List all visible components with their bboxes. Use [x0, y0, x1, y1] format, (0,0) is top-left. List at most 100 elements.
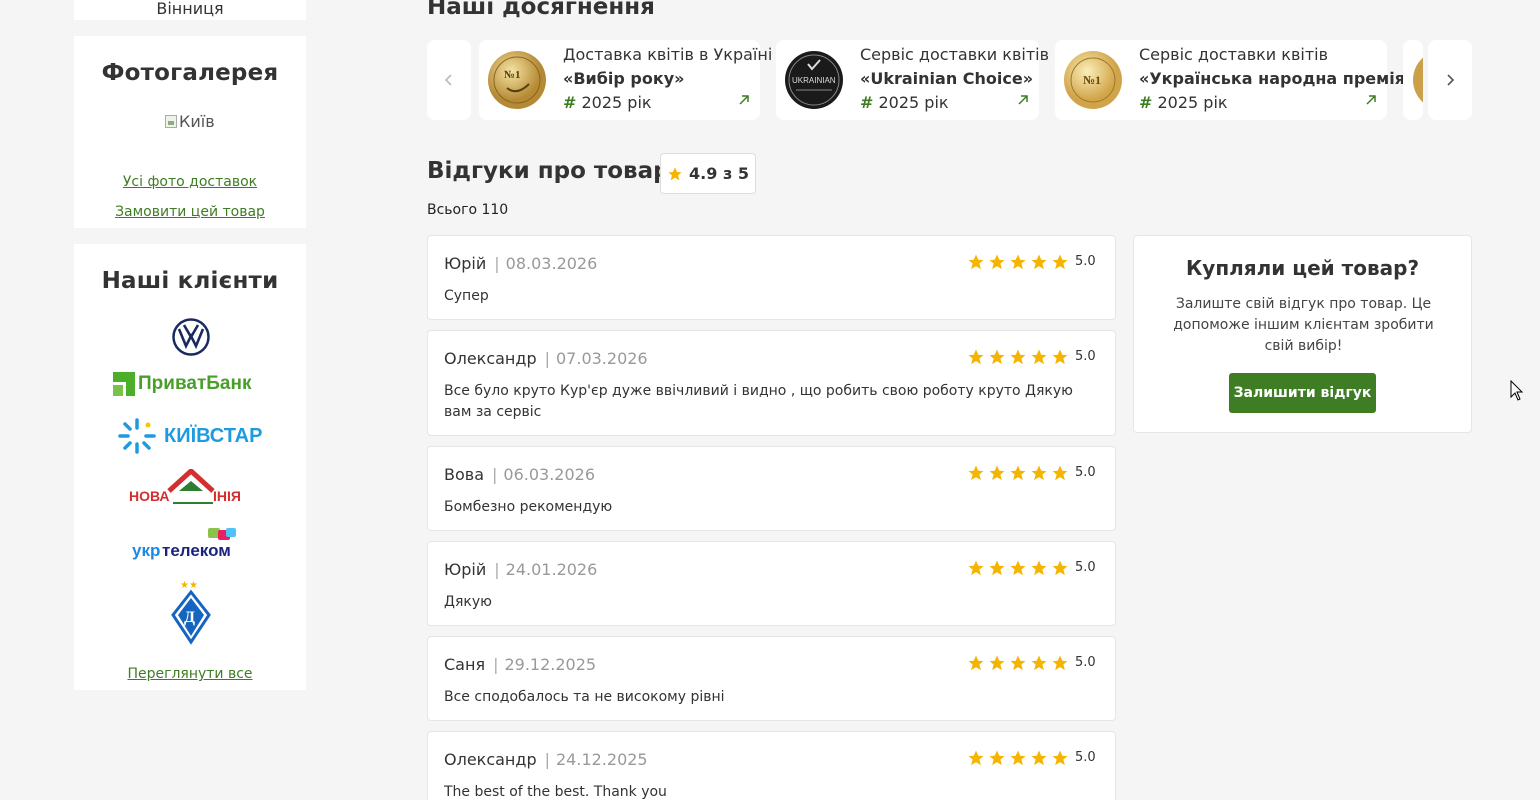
gold-medal-icon: №1	[1064, 51, 1122, 109]
review-score: 5.0	[1075, 349, 1096, 364]
achievements-next-button[interactable]	[1428, 40, 1472, 120]
review-stars	[967, 253, 1069, 271]
star-icon	[1031, 254, 1047, 270]
chevron-left-icon	[444, 74, 452, 86]
nova-liniya-icon: НОВА ІНІЯ	[129, 467, 241, 504]
privatbank-text: ПриватБанк	[138, 373, 252, 394]
view-all-clients-link[interactable]: Переглянути все	[74, 666, 306, 682]
hash-symbol: #	[1139, 93, 1153, 112]
review-stars	[967, 464, 1069, 482]
star-icon	[1031, 465, 1047, 481]
clients-title: Наші клієнти	[101, 268, 279, 294]
achievement-year-text: 2025 рік	[576, 93, 652, 112]
photo-gallery-card: Фотогалерея Київ Усі фото доставок Замов…	[74, 36, 306, 228]
review-author: Юрій	[444, 254, 487, 273]
review-card: Вова | 06.03.2026 5.0 Бомбезно рекомендую	[427, 446, 1116, 531]
star-icon	[989, 254, 1005, 270]
review-author-line: Юрій | 08.03.2026	[444, 254, 597, 273]
svg-text:ІНІЯ: ІНІЯ	[213, 488, 241, 504]
badge-text: UKRAINIAN	[792, 76, 836, 85]
nova-liniya-logo: НОВА ІНІЯ	[129, 467, 253, 509]
leave-review-button[interactable]: Залишити відгук	[1229, 373, 1376, 413]
review-separator: |	[494, 254, 500, 273]
svg-text:телеком: телеком	[162, 541, 231, 560]
achievement-card[interactable]: №1 Сервіс доставки квітів «Українська на…	[1055, 40, 1415, 120]
achievement-year: # 2025 рік	[1139, 93, 1228, 112]
svg-text:★★: ★★	[180, 580, 198, 591]
review-stars	[967, 348, 1069, 366]
review-author: Юрій	[444, 560, 487, 579]
star-icon	[1031, 349, 1047, 365]
review-card: Юрій | 24.01.2026 5.0 Дякую	[427, 541, 1116, 626]
achievement-card[interactable]: №1 Доставка квітів в Україні «Вибір року…	[479, 40, 772, 120]
review-score: 5.0	[1075, 465, 1096, 480]
review-stars	[967, 749, 1069, 767]
star-icon	[1052, 254, 1068, 270]
review-separator: |	[492, 465, 498, 484]
svg-text:НОВА: НОВА	[129, 488, 170, 504]
star-icon	[989, 750, 1005, 766]
kyivstar-star-icon	[118, 418, 156, 454]
star-icon	[1010, 750, 1026, 766]
star-icon	[989, 560, 1005, 576]
review-stars	[967, 559, 1069, 577]
privatbank-icon	[113, 372, 135, 396]
review-author: Саня	[444, 655, 486, 674]
star-icon	[1052, 465, 1068, 481]
dynamo-kyiv-logo-icon: ★★ Д	[171, 580, 211, 645]
star-icon	[968, 655, 984, 671]
achievement-line1: Доставка квітів в Україні	[563, 45, 773, 64]
star-icon	[1010, 254, 1026, 270]
achievements-prev-button[interactable]	[427, 40, 471, 120]
review-date: 24.01.2026	[505, 560, 598, 579]
achievement-year-text: 2025 рік	[873, 93, 949, 112]
review-separator: |	[544, 349, 550, 368]
review-text: Бомбезно рекомендую	[444, 499, 613, 515]
review-text: Дякую	[444, 594, 492, 610]
city-link[interactable]: Вінниця	[74, 0, 306, 20]
review-separator: |	[494, 560, 500, 579]
external-link-arrow-icon	[1366, 95, 1376, 105]
broken-image-icon	[165, 115, 177, 128]
reviews-total: Всього 110	[427, 202, 509, 218]
chevron-right-icon	[1447, 74, 1455, 86]
review-author: Олександр	[444, 750, 537, 769]
achievement-card-partial[interactable]	[1403, 40, 1423, 120]
review-date: 06.03.2026	[503, 465, 595, 484]
rating-badge: 4.9 з 5	[660, 153, 756, 194]
order-product-link[interactable]: Замовити цей товар	[74, 204, 306, 220]
svg-text:укр: укр	[132, 541, 160, 560]
gallery-image[interactable]: Київ	[165, 112, 215, 131]
kyivstar-logo: КИЇВСТАР	[118, 418, 262, 454]
external-link-arrow-icon	[739, 95, 749, 105]
review-author: Олександр	[444, 349, 537, 368]
all-photos-link[interactable]: Усі фото доставок	[74, 174, 306, 190]
ukrtelecom-icon: укр телеком	[132, 528, 236, 560]
review-text: Супер	[444, 288, 489, 304]
gallery-image-alt: Київ	[179, 112, 215, 131]
reviews-title: Відгуки про товар	[427, 158, 670, 184]
review-author: Вова	[444, 465, 484, 484]
star-icon	[1031, 655, 1047, 671]
review-text: Все було круто Кур'єр дуже ввічливий і в…	[444, 383, 1073, 420]
star-icon	[1010, 465, 1026, 481]
star-icon	[968, 750, 984, 766]
star-icon	[1052, 750, 1068, 766]
review-date: 24.12.2025	[556, 750, 648, 769]
star-icon	[1052, 349, 1068, 365]
star-icon	[1052, 560, 1068, 576]
star-icon	[968, 560, 984, 576]
review-card: Саня | 29.12.2025 5.0 Все сподобалось та не …	[427, 636, 1116, 721]
achievement-card[interactable]: UKRAINIAN Сервіс доставки квітів «Ukrain…	[776, 40, 1049, 120]
gold-medal-icon	[1413, 50, 1423, 110]
star-icon	[1052, 655, 1068, 671]
review-date: 08.03.2026	[505, 254, 598, 273]
star-icon	[1031, 750, 1047, 766]
gallery-title: Фотогалерея	[101, 60, 279, 86]
star-icon	[1031, 560, 1047, 576]
star-icon	[1010, 349, 1026, 365]
ukrtelecom-logo: укр телеком	[132, 526, 252, 562]
star-icon	[1010, 560, 1026, 576]
achievement-line2: «Українська народна премія»	[1139, 69, 1416, 88]
star-icon	[989, 655, 1005, 671]
